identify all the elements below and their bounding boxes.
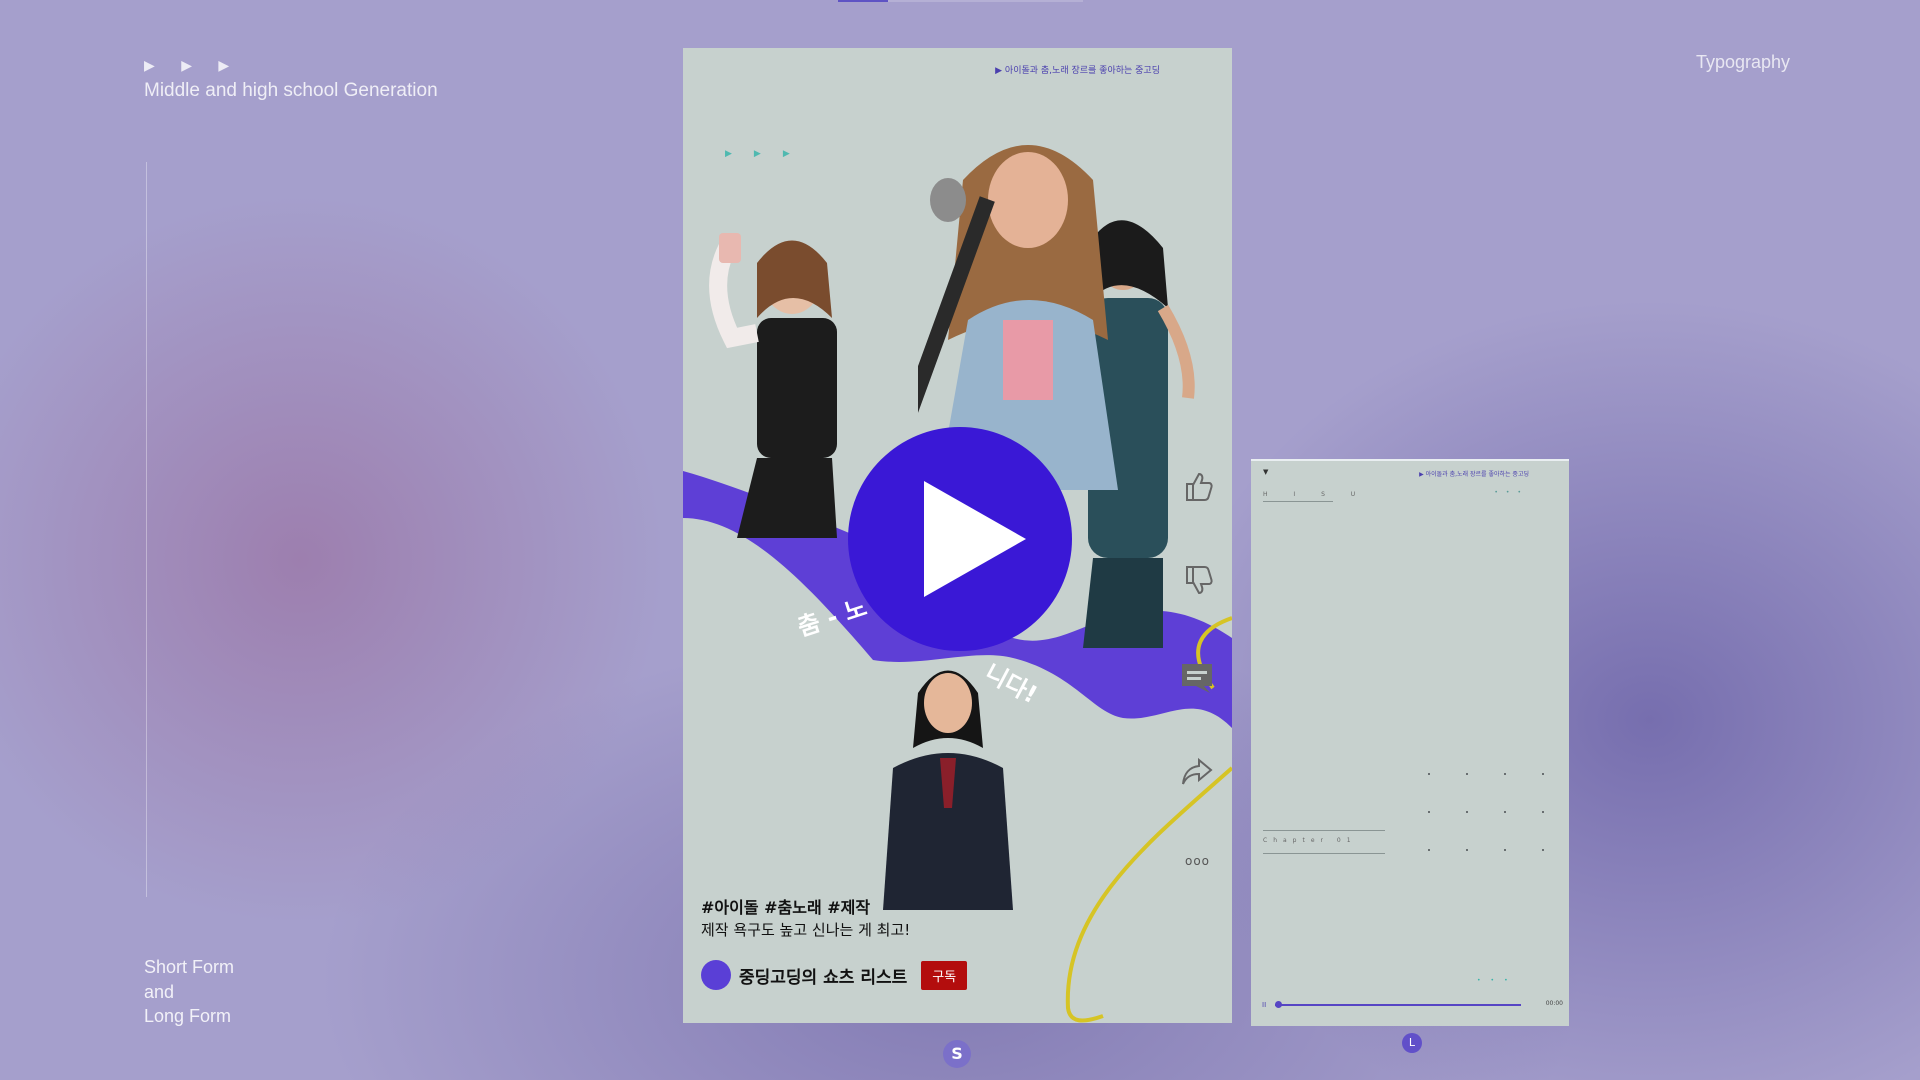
typography-label: Typography (1695, 52, 1790, 72)
long-top-caption: ▶ 아이돌과 춤,노래 장르를 좋아하는 중고딩 (1419, 471, 1529, 478)
more-options-icon[interactable]: ooo (1185, 854, 1210, 868)
girl-selfie-image (709, 233, 837, 538)
thumbs-up-icon[interactable] (1179, 468, 1215, 504)
chapter-label: Chapter 01 (1263, 837, 1357, 844)
short-form-badge: S (943, 1040, 971, 1068)
channel-avatar[interactable] (701, 960, 731, 990)
form-label-line1: Short Form (144, 957, 235, 977)
top-progress-bar (838, 0, 1083, 2)
form-label-line2: and (144, 981, 175, 1002)
form-label: Short Form and Long Form (144, 955, 234, 1029)
panel-caret-icon[interactable]: ▼ (1263, 468, 1268, 476)
panel-menu-underline (1263, 501, 1333, 502)
share-icon[interactable] (1179, 754, 1215, 790)
subscribe-button[interactable]: 구독 (921, 960, 968, 990)
page-subtitle: Middle and high school Generation (144, 80, 438, 101)
left-divider (146, 162, 147, 897)
panel-dots-bottom: ••• (1477, 977, 1518, 984)
play-button[interactable] (848, 427, 1072, 651)
pause-icon[interactable]: II (1262, 1001, 1266, 1009)
video-description: 제작 욕구도 높고 신나는 게 최고! (701, 921, 911, 939)
channel-row: 중딩고딩의 쇼츠 리스트 구독 (701, 960, 968, 990)
panel-dots-top: ••• (1494, 489, 1529, 496)
thinking-student-image (883, 670, 1013, 910)
long-form-badge: L (1402, 1033, 1422, 1053)
comment-icon[interactable] (1179, 660, 1215, 696)
thumbs-down-icon[interactable] (1179, 563, 1215, 599)
top-progress-active (838, 0, 888, 2)
chapter-divider-bottom (1263, 853, 1385, 854)
panel-menu[interactable]: H I S U (1263, 491, 1367, 498)
short-form-phone: ▶ 아이돌과 춤,노래 장르를 좋아하는 중고딩 ▶▶▶ 춤 - 노 니다! o… (683, 48, 1232, 1023)
play-icon (924, 481, 1026, 597)
video-hashtags[interactable]: #아이돌 #춤노래 #제작 (701, 894, 870, 918)
long-form-panel: ▼ ▶ 아이돌과 춤,노래 장르를 좋아하는 중고딩 H I S U ••• C… (1251, 459, 1569, 1026)
video-progress-bar[interactable] (1275, 1001, 1521, 1008)
form-label-line3: Long Form (144, 1006, 232, 1026)
dot-grid (1428, 773, 1558, 853)
progress-knob[interactable] (1275, 1001, 1282, 1008)
chapter-divider-top (1263, 830, 1385, 831)
header-arrows: ▶ ▶ ▶ (144, 58, 241, 74)
video-time: 00:00 (1545, 1000, 1563, 1007)
channel-name[interactable]: 중딩고딩의 쇼츠 리스트 (739, 963, 907, 988)
